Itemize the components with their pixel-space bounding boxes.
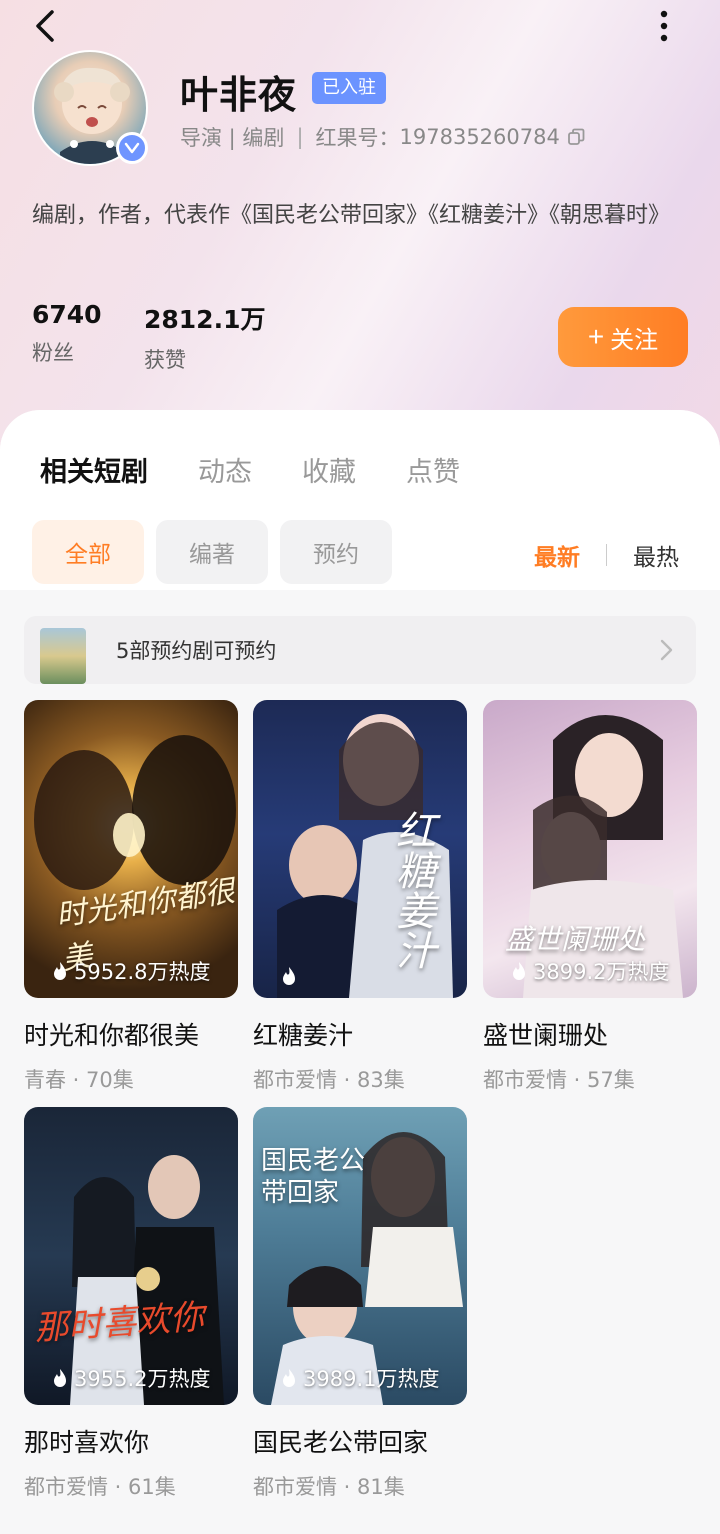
banner-text: 5部预约剧可预约	[116, 639, 277, 663]
poster-title: 国民老公带回家	[261, 1146, 366, 1208]
settled-badge: 已入驻	[312, 72, 386, 104]
stat-value: 6740	[32, 300, 102, 329]
heat-count: 3899.2万热度	[511, 956, 669, 986]
heat-count	[281, 966, 303, 986]
profile-roles: 导演 | 编剧	[180, 126, 285, 150]
heat-count: 3989.1万热度	[281, 1363, 439, 1393]
drama-poster: 红糖姜汁	[253, 700, 467, 998]
drama-card[interactable]: 时光和你都很美 5952.8万热度 时光和你都很美 青春 · 70集	[24, 700, 238, 1094]
drama-poster: 盛世阑珊处 3899.2万热度	[483, 700, 697, 998]
drama-title: 红糖姜汁	[253, 1021, 354, 1050]
sort-hottest[interactable]: 最热	[633, 538, 679, 572]
stat-label: 获赞	[144, 348, 186, 372]
drama-title: 盛世阑珊处	[483, 1021, 609, 1050]
follow-button[interactable]: + 关注	[558, 307, 688, 367]
drama-title: 国民老公带回家	[253, 1428, 429, 1457]
tab-activity[interactable]: 动态	[198, 450, 252, 489]
drama-card[interactable]: 盛世阑珊处 3899.2万热度 盛世阑珊处 都市爱情 · 57集	[483, 700, 697, 1094]
stat-label: 粉丝	[32, 341, 74, 365]
follow-label: 关注	[610, 326, 659, 354]
drama-title: 时光和你都很美	[24, 1021, 200, 1050]
flame-icon	[283, 1369, 295, 1387]
profile-id-label: 红果号：	[315, 126, 400, 150]
divider: |	[296, 125, 304, 149]
filter-chips: 全部 编著 预约	[32, 520, 392, 584]
filter-all[interactable]: 全部	[32, 520, 144, 584]
filter-reserve[interactable]: 预约	[280, 520, 392, 584]
drama-meta: 都市爱情 · 81集	[253, 1475, 405, 1499]
filter-authored[interactable]: 编著	[156, 520, 268, 584]
drama-poster: 时光和你都很美 5952.8万热度	[24, 700, 238, 998]
stat-likes[interactable]: 2812.1万 获赞	[144, 300, 265, 374]
heat-count: 5952.8万热度	[52, 956, 210, 986]
heat-count: 3955.2万热度	[52, 1363, 210, 1393]
poster-title: 红糖姜汁	[389, 810, 435, 970]
stat-value: 2812.1万	[144, 305, 266, 334]
more-options-icon[interactable]	[648, 8, 680, 44]
reservation-banner[interactable]: 5部预约剧可预约	[24, 616, 696, 684]
sort-latest[interactable]: 最新	[534, 538, 580, 572]
drama-meta: 都市爱情 · 61集	[24, 1475, 176, 1499]
flame-icon	[513, 962, 525, 980]
heat-value: 3899.2万热度	[533, 960, 670, 984]
stat-fans[interactable]: 6740 粉丝	[32, 300, 102, 367]
heat-value: 3955.2万热度	[74, 1367, 211, 1391]
flame-icon	[283, 967, 295, 985]
flame-icon	[54, 962, 66, 980]
tab-favorites[interactable]: 收藏	[302, 450, 356, 489]
sort-toggle: 最新 最热	[534, 538, 679, 572]
heat-value: 3989.1万热度	[303, 1367, 440, 1391]
content-panel: 相关短剧 动态 收藏 点赞 全部 编著 预约 最新 最热 5部预约剧可预约 时光…	[0, 410, 720, 1534]
poster-title: 盛世阑珊处	[505, 923, 646, 956]
copy-icon[interactable]	[566, 127, 586, 147]
drama-title: 那时喜欢你	[24, 1428, 150, 1457]
drama-poster: 那时喜欢你 3955.2万热度	[24, 1107, 238, 1405]
drama-card[interactable]: 国民老公带回家 3989.1万热度 国民老公带回家 都市爱情 · 81集	[253, 1107, 467, 1501]
tab-related-dramas[interactable]: 相关短剧	[40, 450, 148, 489]
drama-poster: 国民老公带回家 3989.1万热度	[253, 1107, 467, 1405]
flame-icon	[54, 1369, 66, 1387]
profile-id-value: 197835260784	[399, 125, 560, 149]
banner-thumbnail	[40, 628, 94, 684]
drama-meta: 都市爱情 · 83集	[253, 1068, 405, 1092]
drama-meta: 都市爱情 · 57集	[483, 1068, 635, 1092]
drama-card[interactable]: 红糖姜汁 红糖姜汁 都市爱情 · 83集	[253, 700, 467, 1094]
plus-icon: +	[587, 321, 605, 352]
drama-card[interactable]: 那时喜欢你 3955.2万热度 那时喜欢你 都市爱情 · 61集	[24, 1107, 238, 1501]
tab-likes[interactable]: 点赞	[406, 450, 460, 489]
avatar[interactable]	[32, 50, 148, 166]
tab-bar: 相关短剧 动态 收藏 点赞	[40, 450, 510, 489]
profile-bio: 编剧，作者，代表作《国民老公带回家》《红糖姜汁》《朝思暮时》	[32, 203, 671, 228]
verified-icon	[116, 132, 148, 164]
profile-subline: 导演 | 编剧 | 红果号： 197835260784	[180, 122, 586, 152]
heat-value: 5952.8万热度	[74, 960, 211, 984]
divider	[606, 544, 607, 566]
back-arrow-icon[interactable]	[28, 8, 64, 44]
profile-name: 叶非夜	[180, 73, 298, 117]
chevron-right-icon	[660, 639, 673, 661]
drama-meta: 青春 · 70集	[24, 1068, 134, 1092]
poster-art	[70, 1155, 224, 1405]
